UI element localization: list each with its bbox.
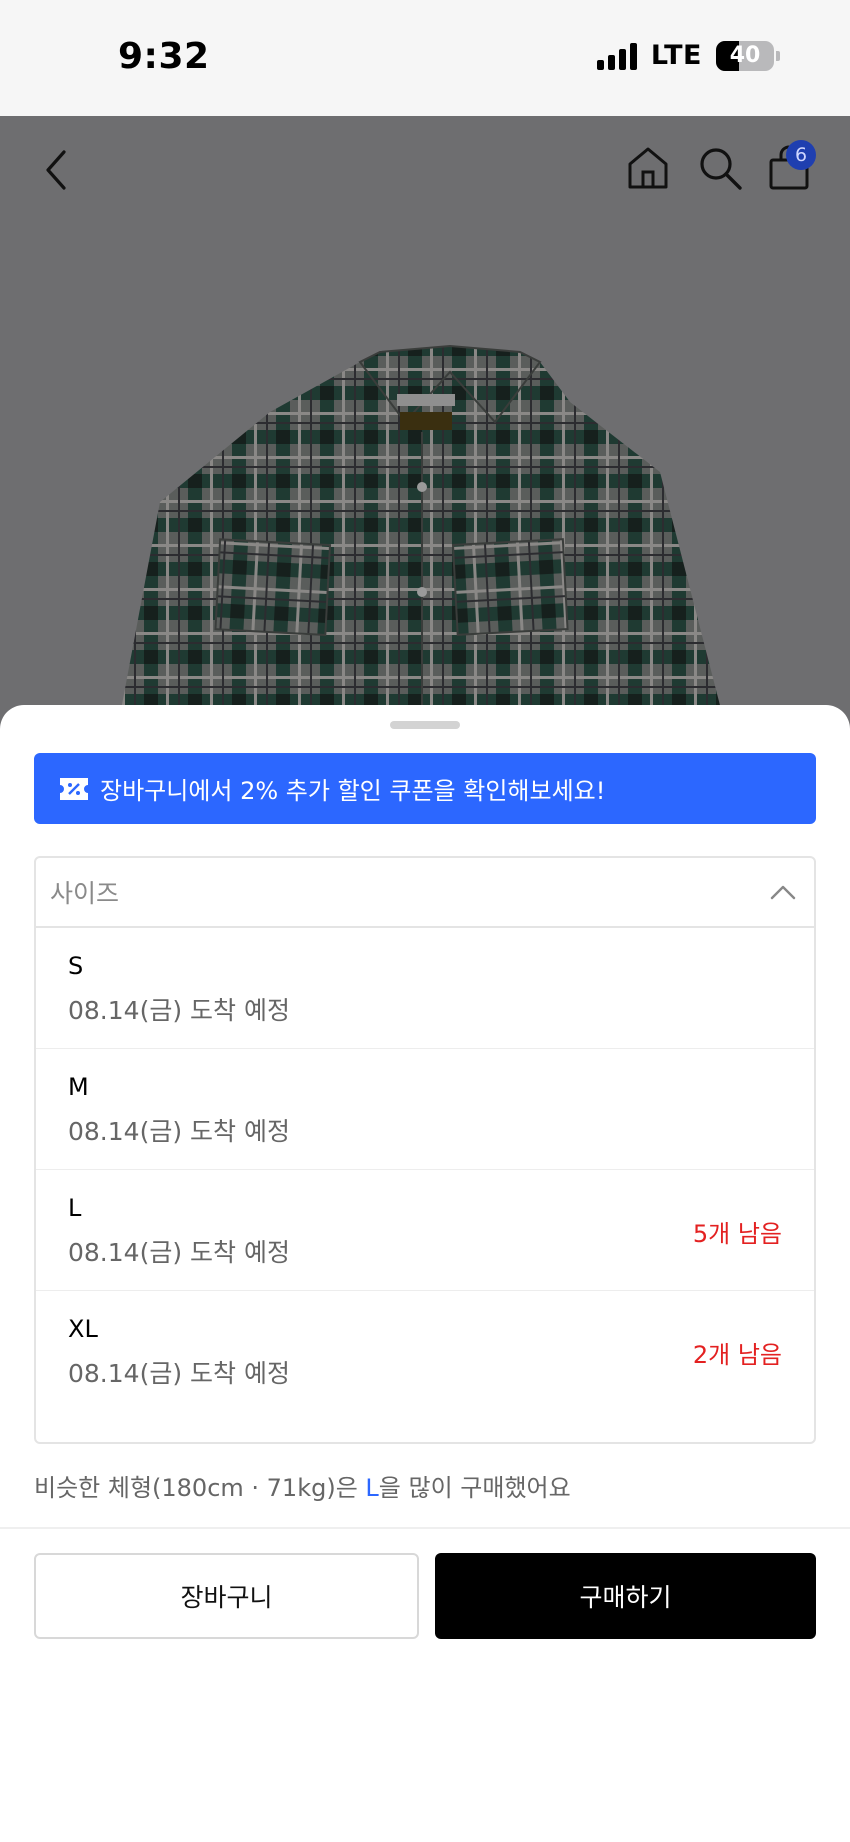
- coupon-banner[interactable]: 장바구니에서 2% 추가 할인 쿠폰을 확인해보세요!: [34, 753, 816, 824]
- option-size-label: S: [68, 952, 84, 980]
- coupon-banner-text: 장바구니에서 2% 추가 할인 쿠폰을 확인해보세요!: [100, 777, 606, 805]
- sheet-drag-handle[interactable]: [390, 721, 460, 729]
- coupon-icon: [60, 777, 88, 800]
- battery-cap: [776, 50, 780, 61]
- size-option-xl[interactable]: XL 08.14(금) 도착 예정 2개 남음: [36, 1291, 814, 1412]
- size-select-placeholder: 사이즈: [50, 879, 120, 908]
- cart-count-badge: 6: [786, 140, 816, 170]
- home-icon[interactable]: [624, 144, 672, 192]
- size-option-s[interactable]: S 08.14(금) 도착 예정: [36, 928, 814, 1049]
- option-arrival-date: 08.14(금) 도착 예정: [68, 996, 290, 1025]
- signal-icon: [596, 42, 637, 70]
- option-stock-left: 2개 남음: [692, 1341, 782, 1369]
- divider: [0, 1527, 850, 1529]
- size-select: 사이즈 S 08.14(금) 도착 예정 M 08.14(금) 도착 예정 L …: [34, 856, 816, 1444]
- option-arrival-date: 08.14(금) 도착 예정: [68, 1117, 290, 1146]
- search-icon[interactable]: [696, 144, 744, 192]
- buy-now-button[interactable]: 구매하기: [435, 1553, 816, 1639]
- option-size-label: XL: [68, 1315, 98, 1343]
- battery-percent: 40: [729, 42, 761, 68]
- option-arrival-date: 08.14(금) 도착 예정: [68, 1238, 290, 1267]
- recommendation-prefix: 비슷한 체형(180cm · 71kg)은: [34, 1474, 366, 1502]
- size-select-header[interactable]: 사이즈: [36, 858, 814, 928]
- battery-icon: 40: [716, 40, 774, 71]
- size-option-m[interactable]: M 08.14(금) 도착 예정: [36, 1049, 814, 1170]
- status-indicators: LTE 40: [596, 40, 780, 71]
- option-bottom-sheet: 장바구니에서 2% 추가 할인 쿠폰을 확인해보세요! 사이즈 S 08.14(…: [0, 705, 850, 1842]
- size-option-l[interactable]: L 08.14(금) 도착 예정 5개 남음: [36, 1170, 814, 1291]
- status-time: 9:32: [118, 36, 210, 77]
- option-size-label: L: [68, 1194, 82, 1222]
- status-bar: 9:32 LTE 40: [0, 0, 850, 116]
- size-recommendation: 비슷한 체형(180cm · 71kg)은 L을 많이 구매했어요: [34, 1468, 571, 1503]
- add-to-cart-button[interactable]: 장바구니: [34, 1553, 419, 1639]
- recommended-size: L: [365, 1474, 379, 1502]
- option-stock-left: 5개 남음: [692, 1220, 782, 1248]
- option-arrival-date: 08.14(금) 도착 예정: [68, 1359, 290, 1388]
- option-size-label: M: [68, 1073, 89, 1101]
- network-type: LTE: [650, 40, 702, 71]
- chevron-up-icon: [770, 885, 796, 900]
- back-arrow-icon[interactable]: [40, 146, 70, 194]
- recommendation-suffix: 을 많이 구매했어요: [378, 1474, 571, 1502]
